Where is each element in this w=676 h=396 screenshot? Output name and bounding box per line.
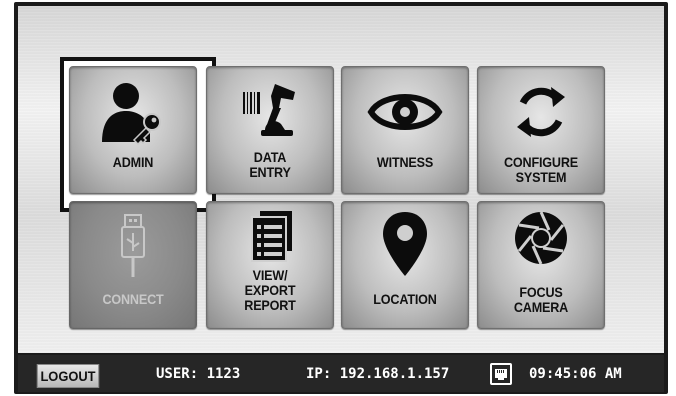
connect-tile[interactable]: CONNECT — [69, 201, 197, 329]
tile-label: FOCUS CAMERA — [513, 284, 569, 315]
camera-aperture-icon — [478, 206, 604, 270]
admin-user-key-icon — [70, 77, 196, 147]
barcode-scanner-icon — [207, 77, 333, 147]
logout-button[interactable]: LOGOUT — [36, 364, 100, 388]
user-id-text: USER: 1123 — [156, 366, 241, 382]
configure-system-tile[interactable]: CONFIGURE SYSTEM — [477, 66, 605, 194]
tile-label: CONFIGURE SYSTEM — [504, 154, 578, 185]
tile-label: CONNECT — [102, 291, 164, 307]
refresh-cycle-icon — [478, 77, 604, 147]
data-entry-tile[interactable]: DATA ENTRY — [206, 66, 334, 194]
view-export-report-tile[interactable]: VIEW/ EXPORT REPORT — [206, 201, 334, 329]
ip-address-text: IP: 192.168.1.157 — [306, 366, 450, 382]
focus-camera-tile[interactable]: FOCUS CAMERA — [477, 201, 605, 329]
report-list-icon — [207, 206, 333, 266]
tile-label: DATA ENTRY — [249, 149, 291, 180]
tile-label: VIEW/ EXPORT REPORT — [244, 267, 296, 313]
eye-icon — [342, 77, 468, 147]
location-tile[interactable]: LOCATION — [341, 201, 469, 329]
witness-tile[interactable]: WITNESS — [341, 66, 469, 194]
ethernet-port-icon — [490, 363, 512, 385]
usb-icon — [70, 212, 196, 282]
status-bar: LOGOUT USER: 1123 IP: 192.168.1.157 09:4… — [18, 355, 664, 392]
tile-label: WITNESS — [376, 154, 434, 170]
admin-tile[interactable]: ADMIN — [69, 66, 197, 194]
map-pin-icon — [342, 210, 468, 280]
device-frame: ADMIN DATA ENTRY WITNESS CONFIGURE SYSTE… — [14, 2, 668, 394]
clock-text: 09:45:06 AM — [529, 366, 622, 382]
main-screen: ADMIN DATA ENTRY WITNESS CONFIGURE SYSTE… — [18, 6, 664, 353]
tile-label: LOCATION — [373, 291, 437, 307]
tile-label: ADMIN — [112, 154, 154, 170]
